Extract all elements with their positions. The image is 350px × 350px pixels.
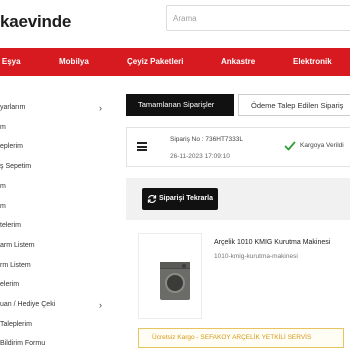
- site-logo[interactable]: kaevinde: [0, 12, 71, 32]
- sidebar-item-5[interactable]: m: [0, 183, 110, 197]
- sidebar-item-ayarlarim[interactable]: yarlarım ›: [0, 103, 110, 118]
- sidebar-item-label: yarlarım: [0, 104, 26, 111]
- refresh-icon: [147, 195, 157, 203]
- sidebar-item-hediye-ceki[interactable]: uan / Hediye Çeki ›: [0, 300, 110, 315]
- product-name[interactable]: Arçelik 1010 KMIG Kurutma Makinesi: [214, 239, 330, 246]
- sidebar-item-taleplerim[interactable]: Taleplerim: [0, 321, 110, 335]
- sidebar-item-label: rm Listem: [0, 262, 31, 269]
- main-nav: t Eşya Mobilya Çeyiz Paketleri Ankastre …: [0, 48, 350, 76]
- product-sku: 1010-kmig-kurutma-makinesi: [214, 253, 298, 260]
- sidebar-item-8[interactable]: arm Listem: [0, 242, 110, 256]
- order-number: Sipariş No : 736HT7333L: [170, 136, 243, 143]
- sidebar-item-label: uan / Hediye Çeki: [0, 301, 56, 308]
- sidebar-item-3[interactable]: eplerim: [0, 143, 110, 157]
- search-box[interactable]: [166, 5, 350, 31]
- shipping-status: Kargoya Verildi: [300, 142, 344, 149]
- sidebar-item-label: m: [0, 183, 6, 190]
- hamburger-menu-icon[interactable]: [137, 142, 147, 151]
- sidebar-item-label: arm Listem: [0, 242, 35, 249]
- order-card: Sipariş No : 736HT7333L 26-11-2023 17:09…: [126, 127, 350, 167]
- sidebar-item-label: ş Sepetim: [0, 163, 32, 170]
- sidebar-item-9[interactable]: rm Listem: [0, 262, 110, 276]
- check-icon: [284, 141, 296, 151]
- sidebar-item-label: elerim: [0, 281, 20, 288]
- reorder-section: Siparişi Tekrarla: [126, 178, 350, 220]
- order-date: 26-11-2023 17:09:10: [170, 153, 230, 160]
- chevron-right-icon: ›: [99, 103, 102, 113]
- product-image[interactable]: [138, 233, 202, 319]
- nav-item-mobilya[interactable]: Mobilya: [59, 48, 89, 76]
- sidebar-item-label: Bildirim Formu: [0, 340, 46, 347]
- reorder-button[interactable]: Siparişi Tekrarla: [142, 188, 218, 210]
- sidebar-item-6[interactable]: m: [0, 203, 110, 217]
- shipping-note: Ücretsiz Kargo - SEFAKOY ARÇELİK YETKİLİ…: [138, 328, 344, 348]
- nav-item-beyaz-esya[interactable]: t Eşya: [0, 48, 21, 76]
- reorder-button-label: Siparişi Tekrarla: [159, 195, 213, 202]
- sidebar-item-10[interactable]: elerim: [0, 281, 110, 295]
- sidebar-item-7[interactable]: telerim: [0, 222, 110, 236]
- chevron-right-icon: ›: [99, 300, 102, 310]
- sidebar-item-bildirim-formu[interactable]: Bildirim Formu: [0, 340, 110, 350]
- tab-refund-requested-orders[interactable]: Ödeme Talep Edilen Sipariş: [238, 94, 350, 116]
- sidebar-item-label: eplerim: [0, 143, 23, 150]
- tab-completed-orders[interactable]: Tamamlanan Siparişler: [126, 94, 234, 116]
- nav-item-ankastre[interactable]: Ankastre: [221, 48, 255, 76]
- sidebar-item-4[interactable]: ş Sepetim: [0, 163, 110, 177]
- order-product-item: Arçelik 1010 KMIG Kurutma Makinesi 1010-…: [138, 233, 350, 321]
- sidebar-item-label: telerim: [0, 222, 22, 229]
- sidebar-item-label: m: [0, 124, 6, 131]
- search-input[interactable]: [167, 6, 350, 30]
- nav-item-elektronik[interactable]: Elektronik: [293, 48, 332, 76]
- dryer-image: [160, 262, 190, 300]
- sidebar-item-2[interactable]: m: [0, 124, 110, 138]
- sidebar-item-label: m: [0, 203, 6, 210]
- nav-item-ceyiz-paketleri[interactable]: Çeyiz Paketleri: [127, 48, 183, 76]
- sidebar-item-label: Taleplerim: [0, 321, 32, 328]
